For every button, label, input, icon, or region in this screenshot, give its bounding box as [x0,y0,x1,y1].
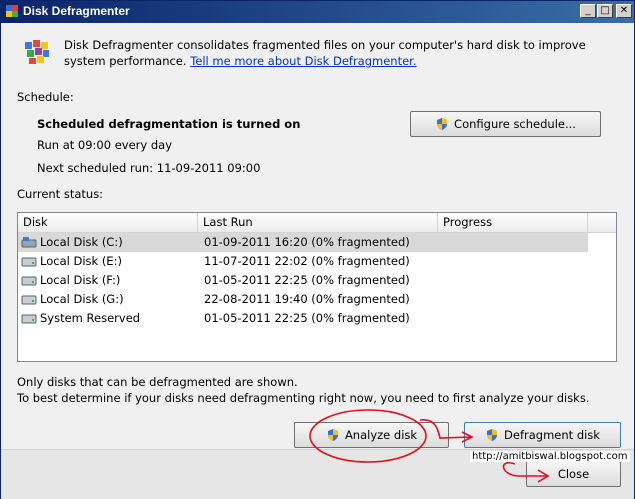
analyze-disk-label: Analyze disk [344,428,418,442]
defrag-app-icon [6,5,18,17]
analyze-disk-button[interactable]: Analyze disk [294,422,449,448]
minimize-button[interactable]: _ [580,4,596,18]
configure-schedule-label: Configure schedule... [454,117,576,131]
table-row[interactable]: Local Disk (G:) 22-08-2011 19:40 (0% fra… [18,290,588,309]
close-button[interactable]: Close [526,461,621,487]
close-window-button[interactable]: ✕ [616,4,632,18]
table-row[interactable]: Local Disk (F:) 01-05-2011 22:25 (0% fra… [18,271,588,290]
schedule-next-run: Next scheduled run: 11-09-2011 09:00 [37,161,261,175]
schedule-run-at: Run at 09:00 every day [37,138,173,152]
schedule-label: Schedule: [17,90,74,104]
defrag-blocks-icon [25,40,49,64]
disk-last-run: 01-09-2011 16:20 (0% fragmented) [204,235,410,249]
column-header-disk[interactable]: Disk [18,213,198,232]
note-analyze-first: To best determine if your disks need def… [17,391,590,405]
disk-name: Local Disk (F:) [40,273,121,287]
defragment-disk-label: Defragment disk [504,428,600,442]
disk-name: System Reserved [40,311,141,325]
hard-drive-icon [21,257,37,267]
disk-name: Local Disk (C:) [40,235,123,249]
disk-defragmenter-window: Disk Defragmenter _ □ ✕ Disk Defragmente… [0,0,635,499]
schedule-status: Scheduled defragmentation is turned on [37,117,301,131]
main-content: Disk Defragmenter consolidates fragmente… [1,24,634,499]
note-defragmentable-disks: Only disks that can be defragmented are … [17,375,298,389]
disk-name: Local Disk (E:) [40,254,122,268]
disk-last-run: 01-05-2011 22:25 (0% fragmented) [204,273,410,287]
maximize-button[interactable]: □ [597,4,613,18]
watermark-url: http://amitbiswal.blogspot.com [470,451,630,462]
intro-text: Disk Defragmenter consolidates fragmente… [64,37,604,69]
disk-last-run: 01-05-2011 22:25 (0% fragmented) [204,311,410,325]
uac-shield-icon [487,429,498,441]
column-header-last-run[interactable]: Last Run [198,213,438,232]
table-row[interactable]: Local Disk (C:) 01-09-2011 16:20 (0% fra… [18,233,588,252]
hard-drive-icon [21,295,37,305]
disk-last-run: 11-07-2011 22:02 (0% fragmented) [204,254,410,268]
table-row[interactable]: System Reserved 01-05-2011 22:25 (0% fra… [18,309,588,328]
disk-list[interactable]: Disk Last Run Progress Local Disk (C:) 0… [17,212,617,362]
close-button-label: Close [557,467,590,481]
current-status-label: Current status: [17,187,104,201]
disk-last-run: 22-08-2011 19:40 (0% fragmented) [204,292,410,306]
uac-shield-icon [437,118,448,130]
table-row[interactable]: Local Disk (E:) 11-07-2011 22:02 (0% fra… [18,252,588,271]
system-drive-icon [21,237,37,248]
hard-drive-icon [21,314,37,324]
defragment-disk-button[interactable]: Defragment disk [464,422,621,448]
title-bar[interactable]: Disk Defragmenter _ □ ✕ [1,1,634,23]
configure-schedule-button[interactable]: Configure schedule... [410,111,601,137]
window-title: Disk Defragmenter [23,4,130,18]
uac-shield-icon [327,429,338,441]
column-header-progress[interactable]: Progress [438,213,588,232]
hard-drive-icon [21,276,37,286]
disk-list-header: Disk Last Run Progress [18,213,616,233]
learn-more-link[interactable]: Tell me more about Disk Defragmenter. [190,54,416,68]
disk-name: Local Disk (G:) [40,292,124,306]
